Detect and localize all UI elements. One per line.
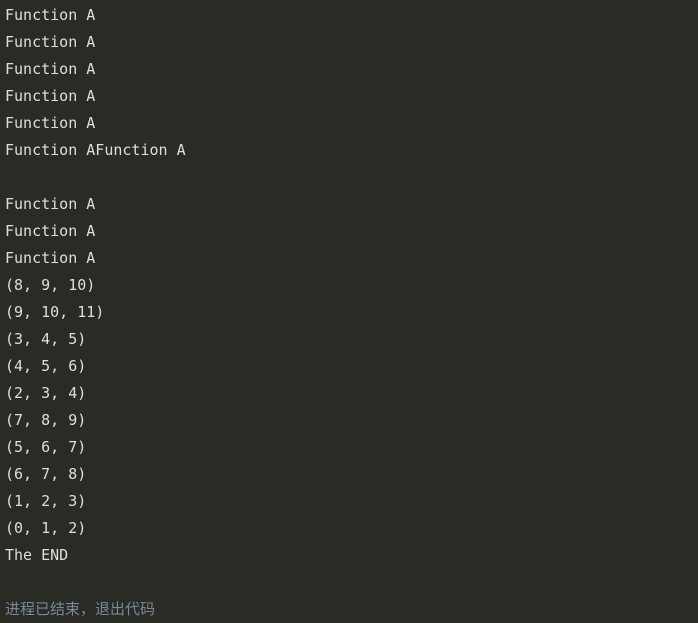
console-line: (8, 9, 10) xyxy=(5,276,96,294)
console-output-panel[interactable]: Function A Function A Function A Function A… xyxy=(0,0,698,618)
console-line: (7, 8, 9) xyxy=(5,411,87,429)
console-line: Function A xyxy=(5,114,96,132)
console-line: (6, 7, 8) xyxy=(5,465,87,483)
console-line: Function A xyxy=(5,87,96,105)
console-line: (0, 1, 2) xyxy=(5,519,87,537)
console-line: Function A xyxy=(5,222,96,240)
console-line: Function A xyxy=(5,33,96,51)
console-line: Function AFunction A xyxy=(5,141,186,159)
console-line: (5, 6, 7) xyxy=(5,438,87,456)
console-line: Function A xyxy=(5,6,96,24)
console-line: Function A xyxy=(5,195,96,213)
console-line-list: Function A Function A Function A Function A… xyxy=(5,2,698,623)
console-line: Function A xyxy=(5,60,96,78)
console-line: (2, 3, 4) xyxy=(5,384,87,402)
console-line: (4, 5, 6) xyxy=(5,357,87,375)
console-line: (3, 4, 5) xyxy=(5,330,87,348)
console-exit-message: 进程已结束，退出代码 xyxy=(5,600,156,618)
console-line: The END xyxy=(5,546,69,564)
console-line: Function A xyxy=(5,249,96,267)
console-line: (1, 2, 3) xyxy=(5,492,87,510)
console-line: (9, 10, 11) xyxy=(5,303,105,321)
